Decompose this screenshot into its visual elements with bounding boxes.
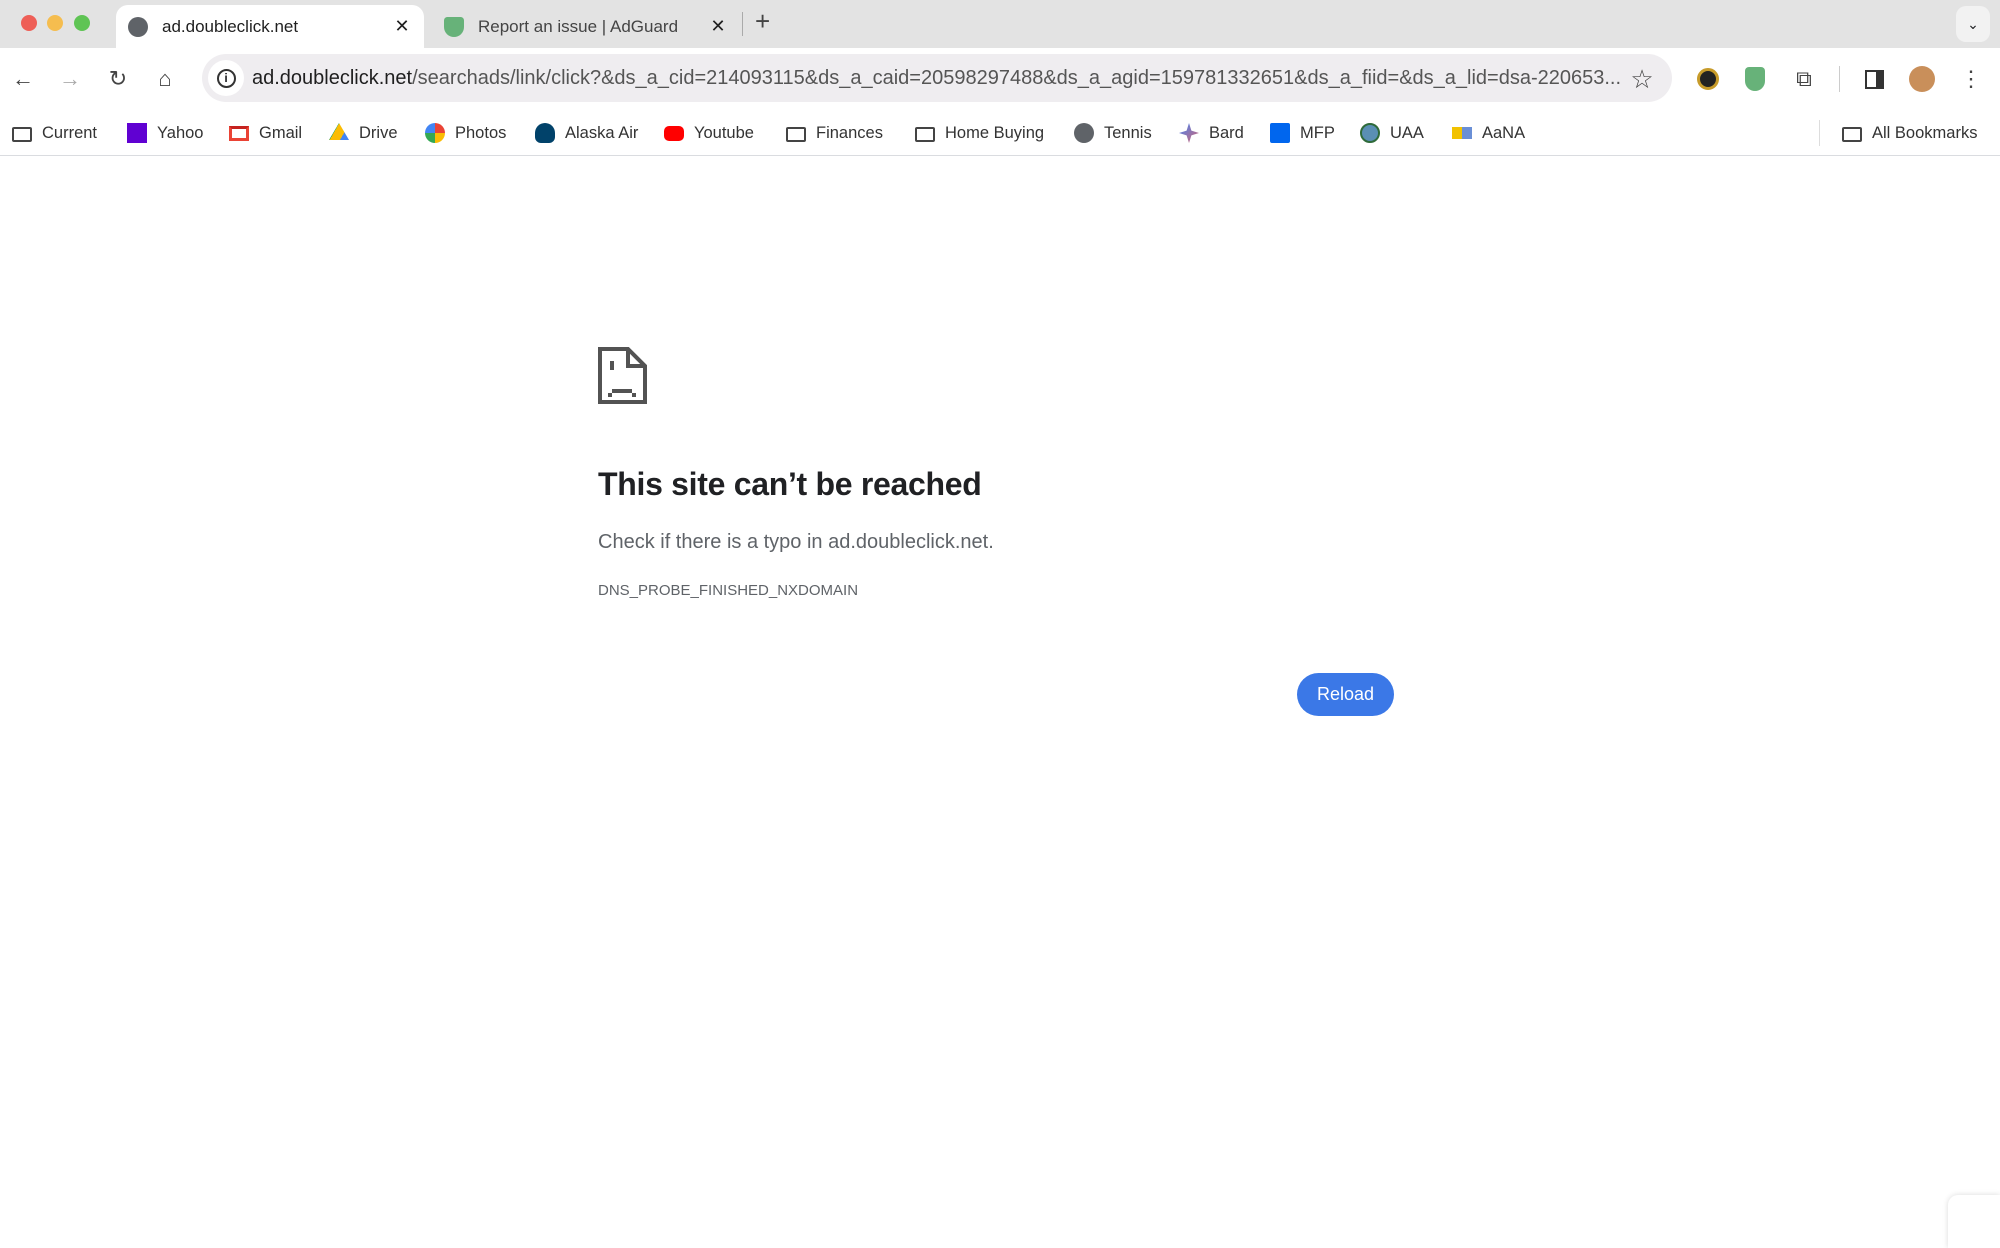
bookmark-label: MFP bbox=[1300, 123, 1335, 142]
bookmark-aana[interactable]: AaNA bbox=[1452, 120, 1525, 146]
bookmark-uaa[interactable]: UAA bbox=[1360, 120, 1424, 146]
tab-title: ad.doubleclick.net bbox=[162, 16, 299, 36]
bookmark-finances[interactable]: Finances bbox=[786, 120, 883, 146]
bookmark-star-icon[interactable]: ☆ bbox=[1626, 63, 1658, 95]
bookmark-label: AaNA bbox=[1482, 123, 1526, 142]
bookmark-current[interactable]: Current bbox=[12, 120, 97, 146]
bookmark-tennis[interactable]: Tennis bbox=[1074, 120, 1152, 146]
bookmark-label: Yahoo bbox=[157, 123, 204, 142]
bookmark-label: Alaska Air bbox=[565, 123, 639, 142]
close-window-button[interactable] bbox=[21, 15, 37, 31]
minimize-window-button[interactable] bbox=[47, 15, 63, 31]
photos-icon bbox=[425, 123, 445, 143]
bard-icon bbox=[1179, 123, 1199, 143]
bookmark-home-buying[interactable]: Home Buying bbox=[915, 120, 1044, 146]
bookmark-yahoo[interactable]: Yahoo bbox=[127, 120, 204, 146]
globe-icon bbox=[128, 16, 148, 37]
bookmarks-bar: Current Yahoo Gmail Drive Photos Alaska … bbox=[0, 110, 2000, 156]
url-text[interactable]: ad.doubleclick.net/searchads/link/click?… bbox=[252, 67, 1622, 90]
bookmark-label: Current bbox=[42, 123, 98, 142]
bookmark-youtube[interactable]: Youtube bbox=[664, 120, 754, 146]
tab-strip: ad.doubleclick.net ✕ Report an issue | A… bbox=[0, 0, 2000, 48]
tab-title: Report an issue | AdGuard bbox=[478, 16, 679, 36]
bookmark-label: UAA bbox=[1390, 123, 1424, 142]
address-bar[interactable]: i ad.doubleclick.net/searchads/link/clic… bbox=[202, 54, 1672, 102]
forward-arrow-icon[interactable]: → bbox=[54, 63, 86, 95]
bookmark-label: Youtube bbox=[694, 123, 754, 142]
globe-icon bbox=[1074, 123, 1094, 143]
back-arrow-icon[interactable]: ← bbox=[7, 63, 39, 95]
all-bookmarks-button[interactable]: All Bookmarks bbox=[1842, 120, 1977, 146]
bookmarks-divider bbox=[1819, 120, 1820, 146]
bookmark-alaska-air[interactable]: Alaska Air bbox=[535, 120, 638, 146]
folder-icon bbox=[12, 126, 32, 142]
bookmark-bard[interactable]: Bard bbox=[1179, 120, 1244, 146]
site-info-icon[interactable]: i bbox=[208, 60, 244, 96]
youtube-icon bbox=[664, 125, 684, 141]
maximize-window-button[interactable] bbox=[74, 15, 90, 31]
extensions-puzzle-icon[interactable]: ⧉ bbox=[1788, 63, 1820, 95]
bookmark-label: Bard bbox=[1209, 123, 1244, 142]
home-icon[interactable]: ⌂ bbox=[149, 63, 181, 95]
close-tab-button[interactable]: ✕ bbox=[388, 16, 416, 37]
alaska-air-icon bbox=[535, 123, 555, 143]
tab-divider bbox=[742, 12, 743, 36]
bookmark-label: Drive bbox=[359, 123, 398, 142]
reload-icon[interactable]: ↻ bbox=[102, 63, 134, 95]
side-panel-icon[interactable] bbox=[1865, 70, 1884, 89]
error-code: DNS_PROBE_FINISHED_NXDOMAIN bbox=[598, 582, 859, 599]
folder-icon bbox=[915, 126, 935, 142]
corner-widget bbox=[1948, 1195, 2000, 1248]
adguard-shield-icon bbox=[444, 16, 464, 37]
bookmark-label: Photos bbox=[455, 123, 507, 142]
bookmark-label: Gmail bbox=[259, 123, 303, 142]
bookmark-label: Home Buying bbox=[945, 123, 1045, 142]
adguard-extension-icon[interactable] bbox=[1745, 67, 1765, 91]
bookmark-mfp[interactable]: MFP bbox=[1270, 120, 1335, 146]
error-description: Check if there is a typo in ad.doublecli… bbox=[598, 531, 994, 553]
tab-search-chevron-down-icon[interactable]: ⌄ bbox=[1956, 6, 1990, 42]
reload-button[interactable]: Reload bbox=[1297, 673, 1394, 716]
bookmark-label: Tennis bbox=[1104, 123, 1152, 142]
uaa-icon bbox=[1360, 123, 1380, 143]
bookmark-label: All Bookmarks bbox=[1872, 123, 1978, 142]
drive-icon bbox=[329, 123, 349, 140]
yahoo-icon bbox=[127, 123, 147, 143]
gmail-icon bbox=[229, 125, 249, 141]
bookmark-gmail[interactable]: Gmail bbox=[229, 120, 302, 146]
menu-kebab-icon[interactable]: ⋮ bbox=[1955, 63, 1987, 95]
error-title: This site can’t be reached bbox=[598, 466, 982, 502]
folder-icon bbox=[1842, 126, 1862, 142]
toolbar-divider bbox=[1839, 66, 1840, 92]
mfp-icon bbox=[1270, 123, 1290, 143]
bookmark-label: Finances bbox=[816, 123, 883, 142]
extension-icon[interactable] bbox=[1697, 68, 1719, 90]
avatar[interactable] bbox=[1909, 66, 1935, 92]
sad-page-icon bbox=[598, 347, 647, 404]
tab-adguard[interactable]: Report an issue | AdGuard ✕ bbox=[432, 5, 740, 48]
tab-active[interactable]: ad.doubleclick.net ✕ bbox=[116, 5, 424, 48]
aana-icon bbox=[1452, 127, 1472, 139]
close-tab-button[interactable]: ✕ bbox=[704, 16, 732, 37]
bookmark-photos[interactable]: Photos bbox=[425, 120, 506, 146]
new-tab-button[interactable]: + bbox=[755, 6, 770, 37]
bookmark-drive[interactable]: Drive bbox=[329, 120, 398, 146]
folder-icon bbox=[786, 126, 806, 142]
